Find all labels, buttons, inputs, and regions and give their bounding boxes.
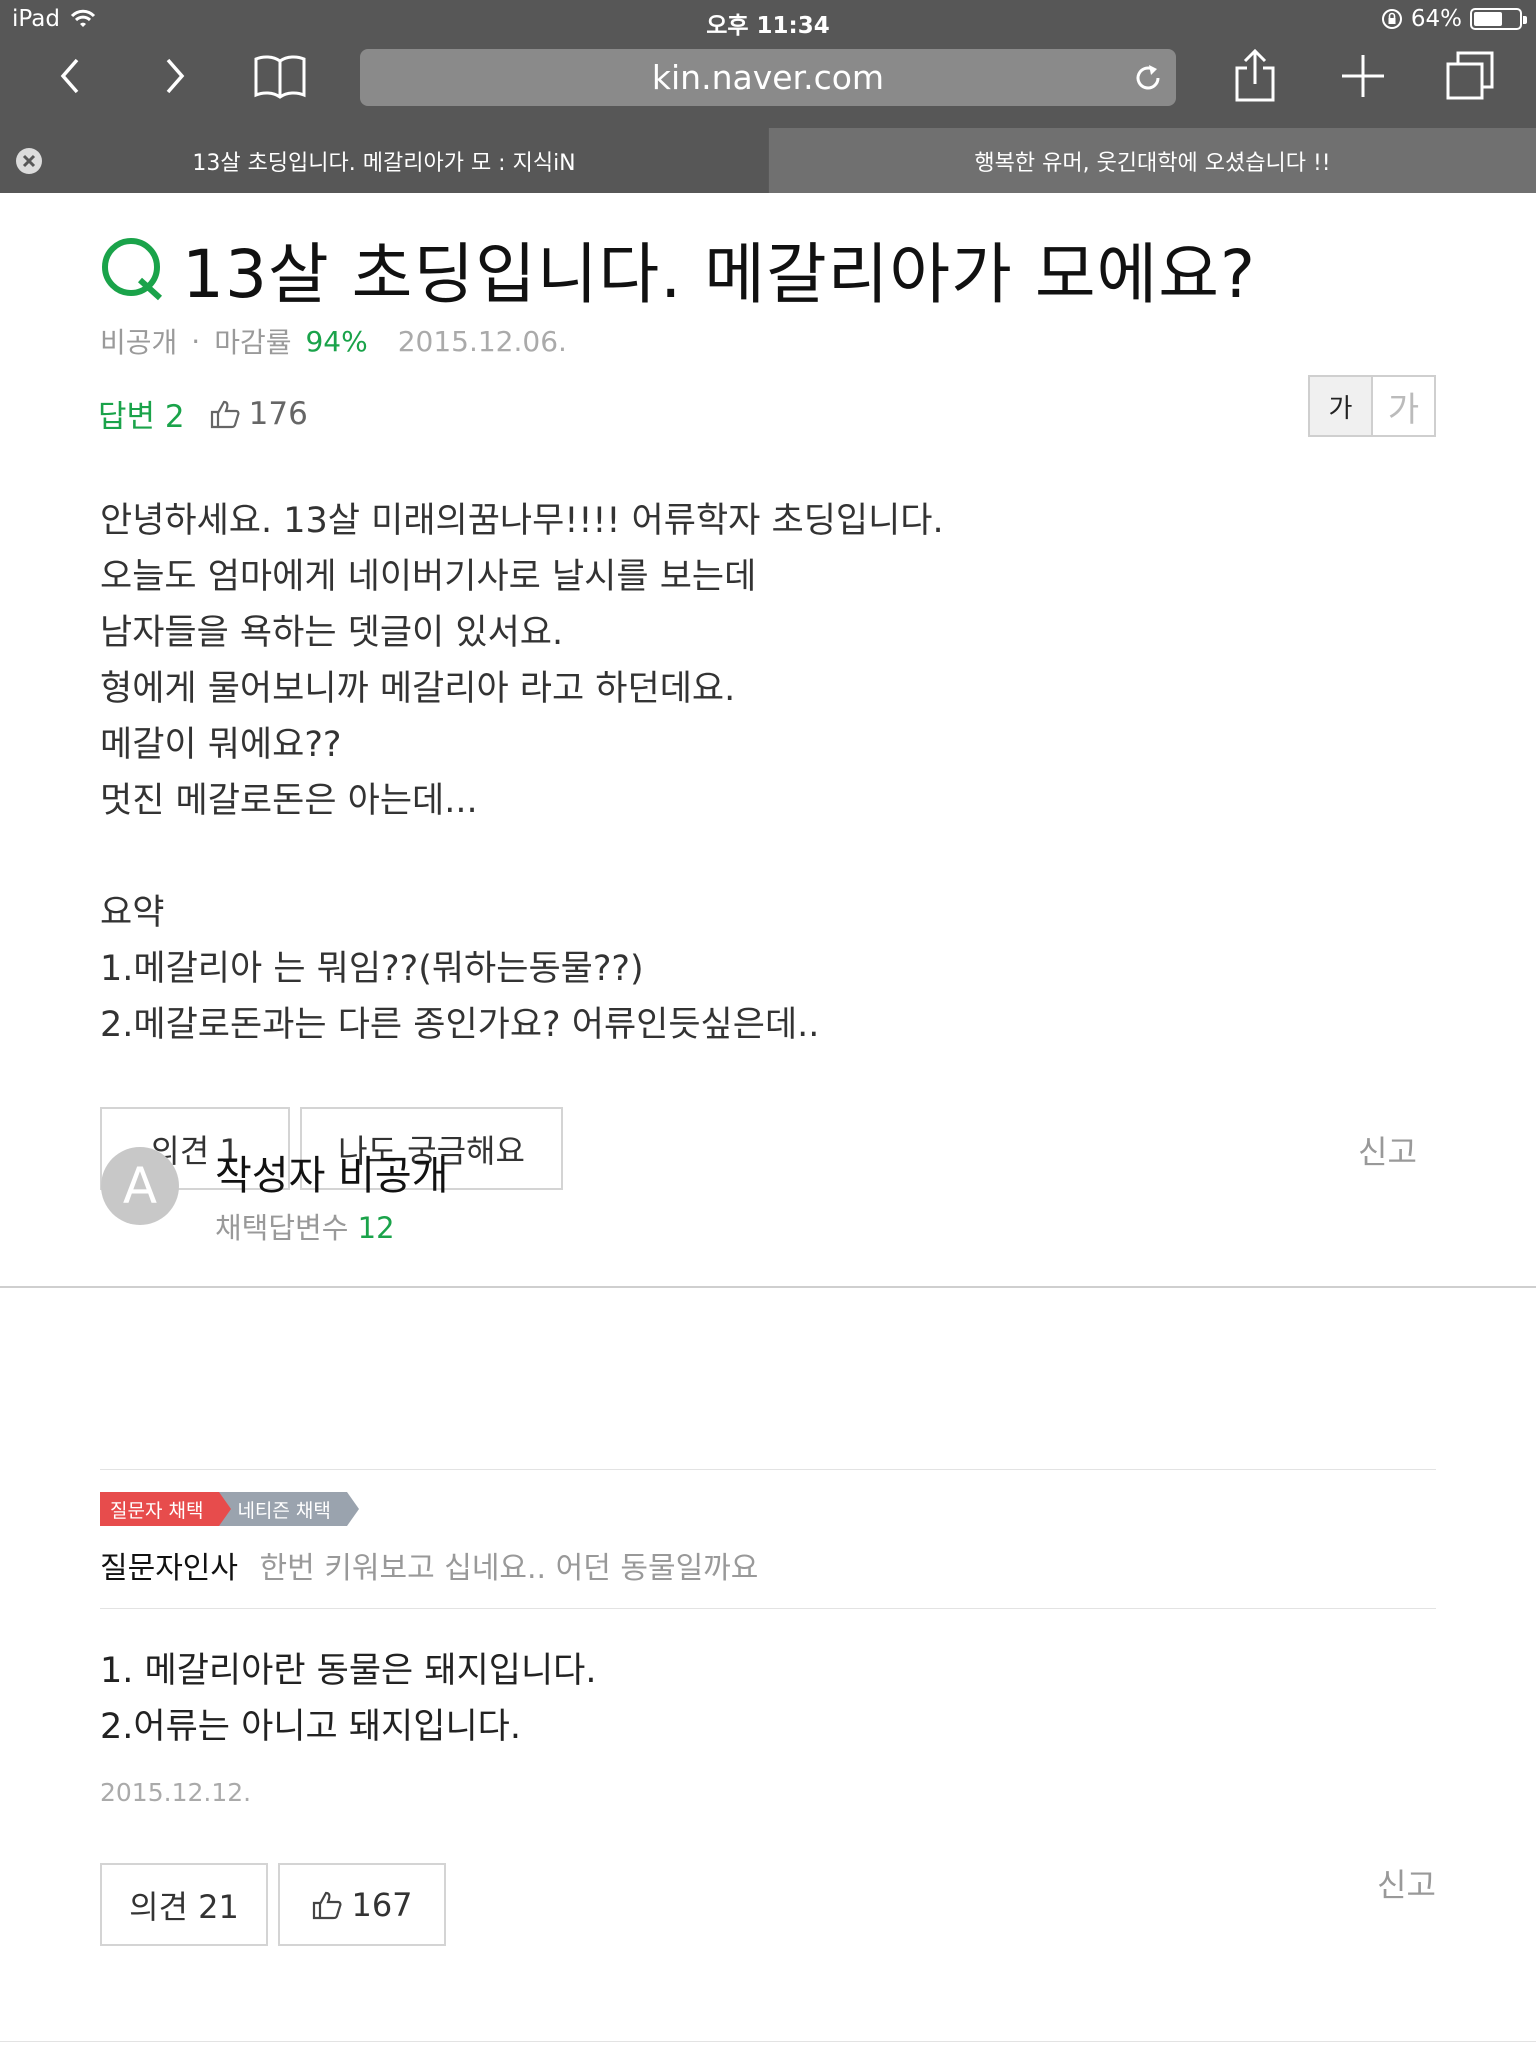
answer-body-line: 1. 메갈리아란 동물은 돼지입니다. [100,1651,597,1691]
avatar: A [101,1147,179,1225]
question-body-line: 1.메갈리아 는 뭐임??(뭐하는동물??) [100,949,644,989]
question-date: 2015.12.06. [397,324,567,358]
tabs-icon [1446,51,1494,100]
battery-icon [1470,8,1527,30]
question-likes-count: 176 [248,395,308,432]
question-author: 비공개 [100,326,178,359]
font-size-large-button[interactable]: 가 [1373,377,1434,435]
answer-date: 2015.12.12. [100,1778,252,1807]
share-icon [1235,48,1275,102]
tab-humor[interactable]: 행복한 유머, 웃긴대학에 오셨습니다 !! [768,128,1536,193]
url-text: kin.naver.com [651,58,885,97]
question-body-line: 메갈이 뭐에요?? [100,725,342,765]
chevron-right-icon [166,58,185,94]
font-size-toggle: 가 가 [1308,375,1436,437]
answer-body: 1. 메갈리아란 동물은 돼지입니다. 2.어류는 아니고 돼지입니다. [100,1643,597,1755]
battery-percent: 64% [1410,6,1462,32]
question-body-line: 오늘도 엄마에게 네이버기사로 날시를 보는데 [100,557,757,597]
answer-count[interactable]: 답변 2 [98,391,185,436]
new-tab-button[interactable] [1333,46,1393,106]
browser-toolbar: kin.naver.com [0,40,1536,118]
bottom-divider [0,2041,1536,2042]
close-tab-button[interactable] [16,148,42,174]
adoption-badges: 질문자 채택 네티즌 채택 [100,1492,360,1526]
meta-separator: · [191,324,201,358]
report-question-link[interactable]: 신고 [1358,1127,1417,1173]
tab-label: 행복한 유머, 웃긴대학에 오셨습니다 !! [974,150,1331,176]
close-icon [22,154,36,168]
address-bar[interactable]: kin.naver.com [360,49,1176,106]
close-rate-label: 마감률 [214,326,292,359]
author-divider [100,1469,1436,1470]
question-body: 안녕하세요. 13살 미래의꿈나무!!!! 어류학자 초딩입니다. 오늘도 엄마… [100,493,944,1053]
book-icon [254,55,306,99]
clock: 오후 11:34 [706,13,830,39]
asker-adopted-badge: 질문자 채택 [100,1492,232,1526]
question-body-line: 멋진 메갈로돈은 아는데... [100,781,478,821]
question-body-line: 형에게 물어보니까 메갈리아 라고 하던데요. [100,669,736,709]
share-button[interactable] [1225,46,1285,106]
greeting-label: 질문자인사 [100,1551,238,1586]
tab-label: 13살 초딩입니다. 메갈리아가 모 : 지식iN [192,150,576,176]
question-body-line: 남자들을 욕하는 뎃글이 있서요. [100,613,564,653]
adopted-value: 12 [357,1211,395,1245]
font-size-small-button[interactable]: 가 [1310,377,1373,435]
report-answer-link[interactable]: 신고 [1377,1860,1436,1906]
section-divider [0,1286,1536,1288]
greeting-divider [100,1608,1436,1609]
chevron-left-icon [60,58,79,94]
answer-actions: 의견 21 167 [100,1863,446,1946]
answer-like-button[interactable]: 167 [278,1863,446,1946]
status-bar: iPad 오후 11:34 64% [0,0,1536,40]
greeting-text: 한번 키워보고 십네요.. 어던 동물일까요 [259,1551,759,1586]
question-likes[interactable]: 176 [209,396,308,432]
tabs-button[interactable] [1440,46,1500,106]
answer-opinion-button[interactable]: 의견 21 [100,1863,268,1946]
netizen-adopted-badge: 네티즌 채택 [219,1492,360,1526]
question-body-line: 2.메갈로돈과는 다른 종인가요? 어류인듯싶은데.. [100,1005,820,1045]
question-body-line: 안녕하세요. 13살 미래의꿈나무!!!! 어류학자 초딩입니다. [100,501,944,541]
question-body-line: 요약 [100,893,165,933]
answer-author: 작성자 비공개 [215,1153,449,1199]
answer-likes-count: 167 [351,1885,413,1924]
question-body-line [100,829,944,885]
reload-icon[interactable] [1132,62,1164,94]
question-stats: 답변 2 176 [98,391,308,436]
question-title: 13살 초딩입니다. 메갈리아가 모에요? [100,221,1256,317]
back-button[interactable] [40,46,100,106]
close-rate-value: 94% [305,324,368,358]
bookmarks-button[interactable] [250,46,310,106]
tab-bar: 13살 초딩입니다. 메갈리아가 모 : 지식iN 행복한 유머, 웃긴대학에 … [0,128,1536,193]
forward-button[interactable] [145,46,205,106]
question-title-text: 13살 초딩입니다. 메갈리아가 모에요? [182,236,1257,313]
answer-body-line: 2.어류는 아니고 돼지입니다. [100,1707,521,1747]
adopted-label: 채택답변수 [215,1211,349,1245]
plus-icon [1342,55,1384,97]
browser-chrome: iPad 오후 11:34 64% kin.naver.com 13살 초딩입니… [0,0,1536,193]
q-mark-icon [102,238,163,301]
question-meta: 비공개 · 마감률 94% 2015.12.06. [100,321,567,361]
asker-greeting: 질문자인사 한번 키워보고 십네요.. 어던 동물일까요 [100,1543,758,1587]
adopted-count: 채택답변수 12 [215,1205,395,1247]
thumbs-up-icon [313,1891,342,1919]
orientation-lock-icon [1381,9,1402,29]
thumbs-up-icon [210,400,240,428]
tab-kin[interactable]: 13살 초딩입니다. 메갈리아가 모 : 지식iN [0,128,768,193]
